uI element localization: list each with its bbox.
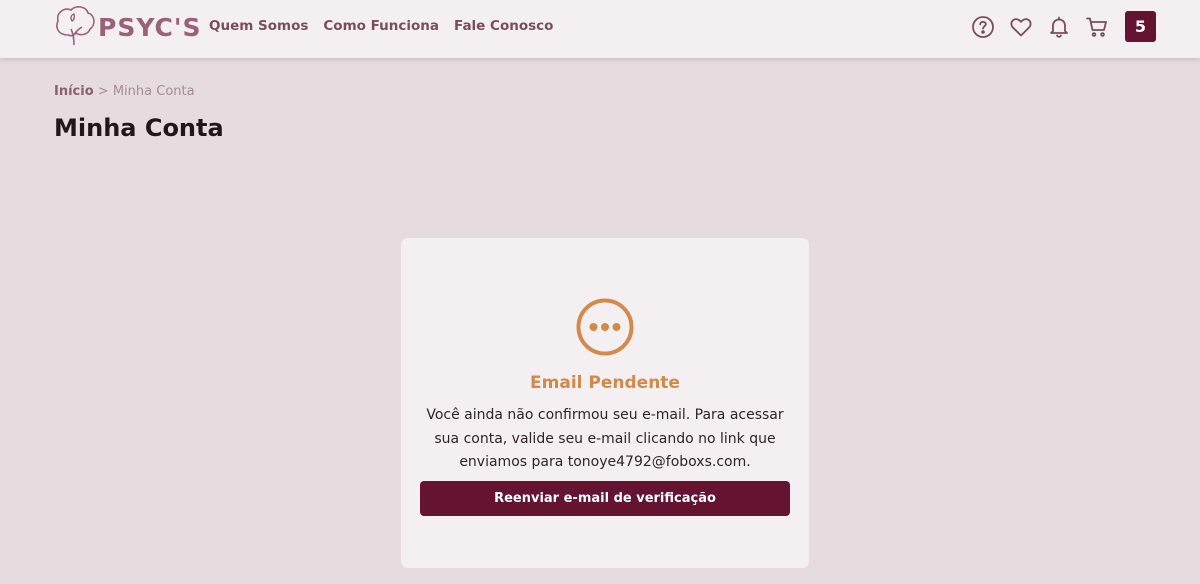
heart-icon[interactable] — [1009, 15, 1033, 39]
site-header: PSYC'S Quem Somos Como Funciona Fale Con… — [0, 0, 1200, 58]
nav-quem-somos[interactable]: Quem Somos — [209, 18, 308, 34]
nav-como-funciona[interactable]: Como Funciona — [323, 18, 439, 34]
help-icon[interactable] — [971, 15, 995, 39]
page-title: Minha Conta — [54, 114, 224, 142]
main-nav: Quem Somos Como Funciona Fale Conosco — [209, 18, 553, 34]
bell-icon[interactable] — [1047, 15, 1071, 39]
logo-tree-icon — [56, 6, 95, 46]
cart-icon[interactable] — [1085, 15, 1109, 39]
breadcrumb-current: Minha Conta — [112, 84, 195, 99]
logo-text: PSYC'S — [98, 12, 202, 42]
breadcrumb: Início > Minha Conta — [54, 84, 195, 99]
pending-dots-icon — [576, 298, 634, 356]
resend-verification-button[interactable]: Reenviar e-mail de verificação — [420, 481, 790, 516]
card-message: Você ainda não confirmou seu e-mail. Par… — [426, 407, 784, 470]
logo[interactable]: PSYC'S — [54, 5, 202, 49]
breadcrumb-separator: > — [97, 84, 109, 99]
header-actions: 5 — [957, 11, 1156, 42]
card-title: Email Pendente — [530, 373, 680, 393]
breadcrumb-home-link[interactable]: Início — [54, 84, 94, 99]
nav-fale-conosco[interactable]: Fale Conosco — [454, 18, 553, 34]
cart-count-badge[interactable]: 5 — [1125, 11, 1156, 42]
email-pending-card: Email Pendente Você ainda não confirmou … — [401, 238, 809, 568]
